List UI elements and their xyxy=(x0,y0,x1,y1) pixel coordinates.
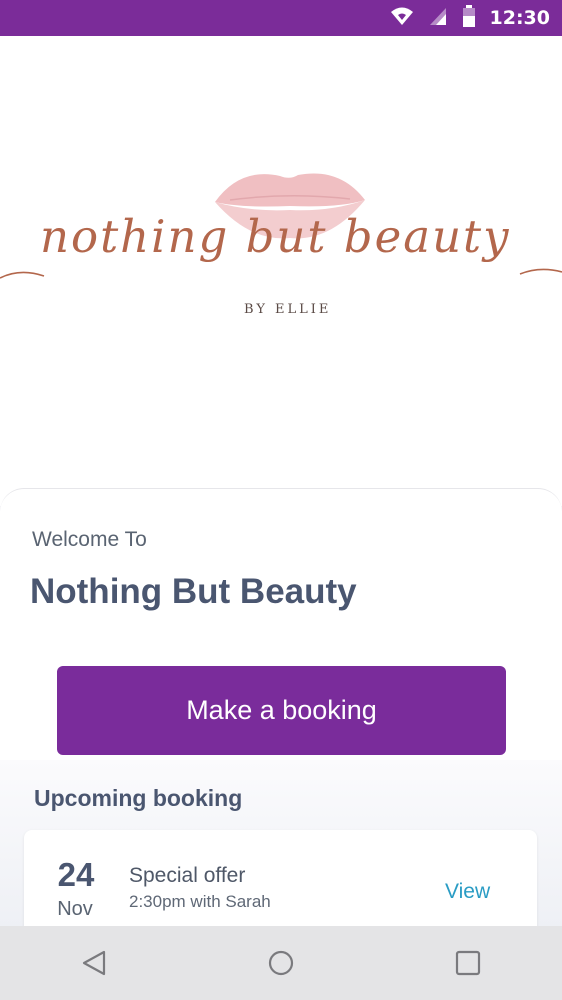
logo-byline: BY ELLIE xyxy=(244,302,332,317)
hero-section: nothing but beauty BY ELLIE xyxy=(0,36,562,506)
brand-logo: nothing but beauty BY ELLIE xyxy=(0,156,562,326)
recents-icon xyxy=(456,950,481,976)
status-bar: 12:30 xyxy=(0,0,562,36)
battery-icon xyxy=(462,5,476,31)
make-booking-label: Make a booking xyxy=(186,695,377,725)
logo-script-text: nothing but beauty xyxy=(40,210,511,263)
view-booking-link[interactable]: View xyxy=(445,880,490,904)
upcoming-booking-heading: Upcoming booking xyxy=(34,785,243,811)
booking-detail: 2:30pm with Sarah xyxy=(129,892,271,911)
wifi-icon xyxy=(390,6,414,30)
status-time: 12:30 xyxy=(489,7,550,29)
signal-icon xyxy=(428,6,448,30)
back-icon xyxy=(82,950,105,976)
page-title: Nothing But Beauty xyxy=(30,572,357,611)
booking-day: 24 xyxy=(57,856,95,893)
welcome-subtitle: Welcome To xyxy=(32,528,147,551)
home-icon xyxy=(268,950,294,976)
back-button[interactable] xyxy=(54,933,134,993)
make-booking-button[interactable]: Make a booking xyxy=(57,666,506,755)
navigation-bar xyxy=(0,926,562,1000)
booking-month: Nov xyxy=(57,898,93,920)
recents-button[interactable] xyxy=(428,933,508,993)
booking-title: Special offer xyxy=(129,864,246,887)
home-button[interactable] xyxy=(241,933,321,993)
